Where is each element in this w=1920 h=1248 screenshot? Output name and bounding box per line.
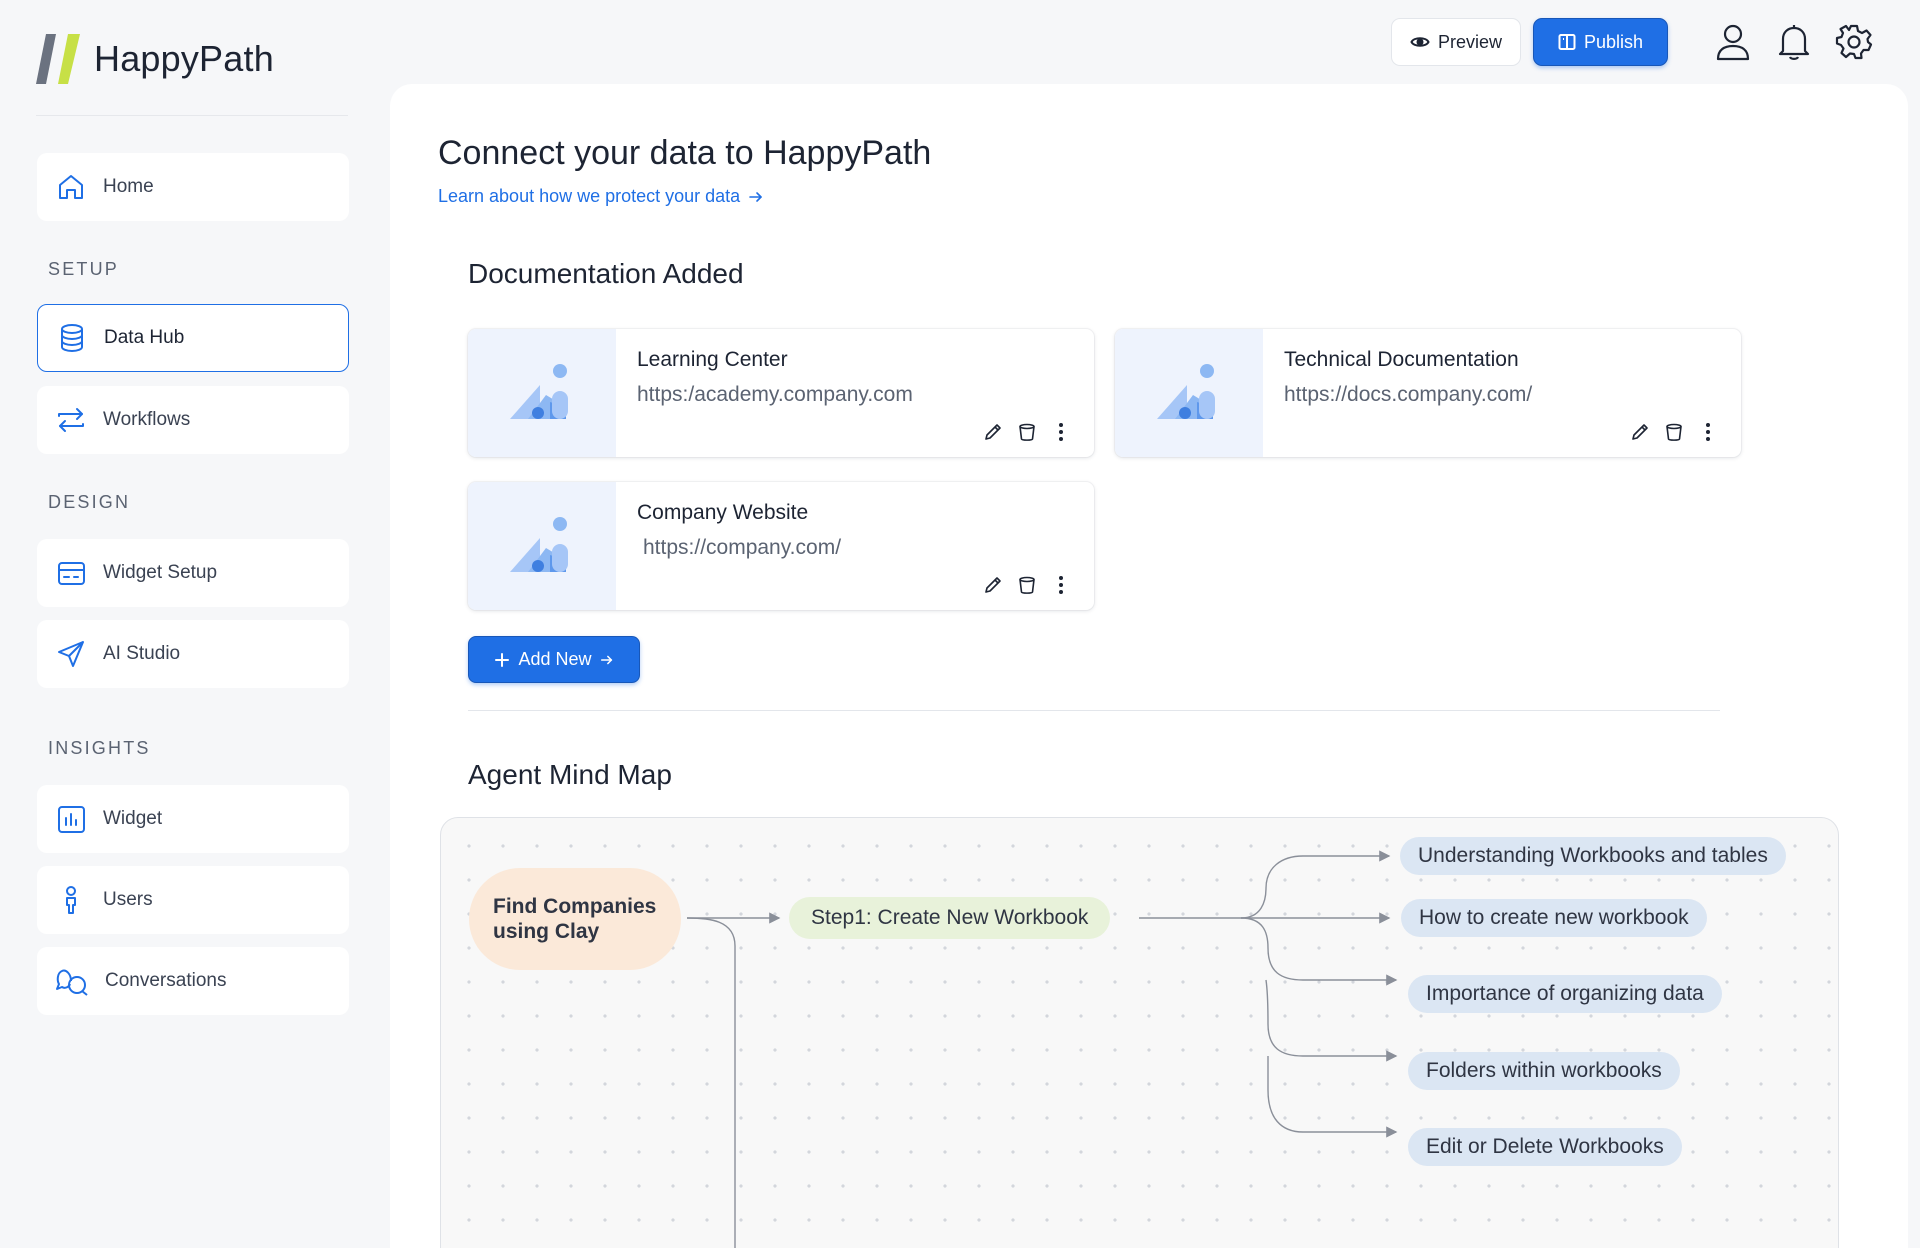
trash-icon[interactable] xyxy=(1016,574,1038,596)
chart-placeholder-icon xyxy=(510,517,568,572)
doc-thumbnail xyxy=(468,329,616,457)
root-node-label: Find Companies using Clay xyxy=(493,894,657,943)
doc-name: Technical Documentation xyxy=(1284,348,1519,371)
mind-map-leaf-node[interactable]: Importance of organizing data xyxy=(1408,975,1722,1013)
mind-map-leaf-node[interactable]: Folders within workbooks xyxy=(1408,1052,1680,1090)
section-label-insights: INSIGHTS xyxy=(48,738,151,758)
notifications-button[interactable] xyxy=(1774,22,1814,62)
doc-thumbnail xyxy=(468,482,616,610)
more-icon[interactable] xyxy=(1697,421,1719,443)
section-label-design: DESIGN xyxy=(48,492,131,512)
mind-map-canvas[interactable]: Find Companies using Clay Step1: Create … xyxy=(440,817,1839,1248)
sidebar-item-home[interactable]: Home xyxy=(37,153,349,221)
plus-icon xyxy=(495,652,510,667)
edit-icon[interactable] xyxy=(982,574,1004,596)
sidebar-item-label: Widget xyxy=(103,808,163,829)
doc-card[interactable]: Learning Center https:/academy.company.c… xyxy=(468,329,1094,457)
leaf-node-label: Edit or Delete Workbooks xyxy=(1426,1135,1664,1158)
doc-url: https:/academy.company.com xyxy=(637,383,913,406)
mind-map-leaf-node[interactable]: Understanding Workbooks and tables xyxy=(1400,837,1786,875)
sidebar-item-ai-studio[interactable]: AI Studio xyxy=(37,620,349,688)
chart-icon xyxy=(58,806,85,833)
sidebar-item-data-hub[interactable]: Data Hub xyxy=(37,304,349,372)
sidebar-item-label: Home xyxy=(103,176,154,197)
book-icon xyxy=(1558,34,1576,50)
trash-icon[interactable] xyxy=(1016,421,1038,443)
doc-name: Learning Center xyxy=(637,348,788,371)
leaf-node-label: Understanding Workbooks and tables xyxy=(1418,844,1768,867)
logo-divider xyxy=(36,115,348,116)
send-icon xyxy=(58,641,84,667)
add-new-button[interactable]: Add New xyxy=(468,636,640,683)
protect-data-label: Learn about how we protect your data xyxy=(438,186,741,206)
protect-data-link[interactable]: Learn about how we protect your data xyxy=(438,186,764,207)
mindmap-title: Agent Mind Map xyxy=(468,759,672,790)
add-new-label: Add New xyxy=(518,649,592,669)
doc-card[interactable]: Technical Documentation https://docs.com… xyxy=(1115,329,1741,457)
chart-placeholder-icon xyxy=(1157,364,1215,419)
user-icon xyxy=(1716,24,1750,61)
section-divider xyxy=(468,710,1720,711)
section-label-setup: SETUP xyxy=(48,259,120,279)
bell-icon xyxy=(1778,25,1810,60)
mind-map-leaf-node[interactable]: How to create new workbook xyxy=(1401,899,1707,937)
page-title: Connect your data to HappyPath xyxy=(438,134,932,172)
sidebar-item-label: AI Studio xyxy=(103,643,181,664)
profile-button[interactable] xyxy=(1713,22,1753,62)
sidebar-item-label: Conversations xyxy=(105,970,227,991)
trash-icon[interactable] xyxy=(1663,421,1685,443)
sidebar-item-label: Workflows xyxy=(103,409,191,430)
chat-icon xyxy=(56,969,88,996)
sidebar-item-widget[interactable]: Widget xyxy=(37,785,349,853)
publish-button[interactable]: Publish xyxy=(1533,18,1668,66)
doc-thumbnail xyxy=(1115,329,1263,457)
repeat-icon xyxy=(58,408,84,432)
sidebar-item-widget-setup[interactable]: Widget Setup xyxy=(37,539,349,607)
publish-label: Publish xyxy=(1583,31,1644,52)
sidebar-item-label: Data Hub xyxy=(104,327,185,348)
eye-icon xyxy=(1410,37,1430,47)
app-name: HappyPath xyxy=(94,38,274,79)
doc-url: https://company.com/ xyxy=(643,536,842,559)
edit-icon[interactable] xyxy=(982,421,1004,443)
preview-label: Preview xyxy=(1437,31,1503,52)
card-icon xyxy=(58,562,85,585)
more-icon[interactable] xyxy=(1050,574,1072,596)
documentation-title: Documentation Added xyxy=(468,258,744,289)
sidebar-item-label: Users xyxy=(103,889,153,910)
gear-icon xyxy=(1835,24,1873,60)
mind-map-leaf-node[interactable]: Edit or Delete Workbooks xyxy=(1408,1128,1682,1166)
logo-mark-icon xyxy=(36,34,80,84)
person-icon xyxy=(66,886,76,914)
preview-button[interactable]: Preview xyxy=(1391,18,1521,66)
leaf-node-label: Importance of organizing data xyxy=(1426,982,1704,1005)
sidebar-item-label: Widget Setup xyxy=(103,562,218,583)
arrow-right-icon xyxy=(600,655,612,664)
leaf-node-label: Folders within workbooks xyxy=(1426,1059,1662,1082)
database-icon xyxy=(61,324,83,353)
more-icon[interactable] xyxy=(1050,421,1072,443)
home-icon xyxy=(59,175,83,199)
doc-name: Company Website xyxy=(637,501,809,524)
doc-url: https://docs.company.com/ xyxy=(1284,383,1533,406)
doc-card[interactable]: Company Website https://company.com/ xyxy=(468,482,1094,610)
leaf-node-label: How to create new workbook xyxy=(1419,906,1689,929)
settings-button[interactable] xyxy=(1834,22,1874,62)
chart-placeholder-icon xyxy=(510,364,568,419)
sidebar-item-conversations[interactable]: Conversations xyxy=(37,947,349,1015)
sidebar-item-users[interactable]: Users xyxy=(37,866,349,934)
arrow-right-icon xyxy=(749,191,763,202)
app-logo[interactable]: HappyPath xyxy=(36,34,274,84)
edit-icon[interactable] xyxy=(1629,421,1651,443)
mind-map-root-node[interactable]: Find Companies using Clay xyxy=(469,868,681,970)
step-node-label: Step1: Create New Workbook xyxy=(811,906,1089,929)
sidebar-item-workflows[interactable]: Workflows xyxy=(37,386,349,454)
mind-map-step-node[interactable]: Step1: Create New Workbook xyxy=(789,897,1111,939)
